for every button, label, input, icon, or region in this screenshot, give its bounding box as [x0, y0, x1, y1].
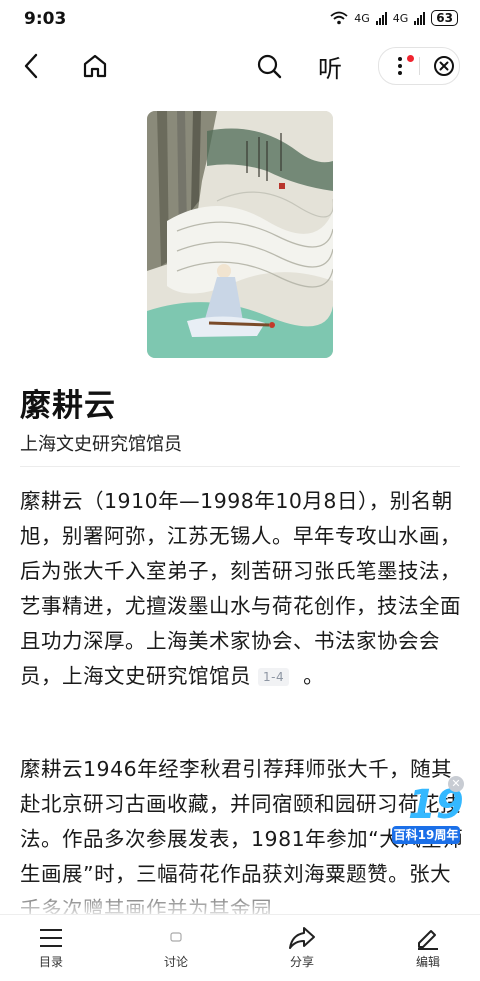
intro-paragraph: 縻耕云（1910年—1998年10月8日），别名朝旭，别署阿弥，江苏无锡人。早年… — [20, 484, 464, 694]
entry-subtitle: 上海文史研究馆馆员 — [20, 434, 182, 455]
capsule-divider — [419, 57, 420, 75]
close-circle-icon[interactable] — [433, 55, 455, 77]
wifi-icon — [330, 11, 348, 25]
tab-catalog-label: 目录 — [38, 955, 63, 969]
mini-app-capsule — [378, 47, 460, 85]
tab-discussion-label: 讨论 — [163, 955, 188, 969]
listen-label: 听 — [318, 54, 342, 83]
battery-indicator: 63 — [431, 10, 458, 26]
search-button[interactable] — [251, 48, 287, 84]
edit-icon — [418, 930, 438, 950]
tab-discussion[interactable]: 讨论 — [136, 925, 216, 970]
painting-image — [147, 111, 333, 358]
signal-icon — [375, 11, 387, 25]
network-label-2: 4G — [392, 11, 409, 25]
anniversary-badge[interactable]: 19 百科19周年 ✕ — [390, 776, 464, 850]
menu-icon — [40, 929, 62, 947]
search-icon — [257, 54, 282, 79]
listen-button[interactable]: 听 — [312, 48, 348, 84]
tab-share-label: 分享 — [289, 955, 314, 969]
comment-icon — [170, 932, 182, 942]
section-divider — [20, 466, 460, 467]
home-button[interactable] — [77, 48, 113, 84]
intro-text: 縻耕云（1910年—1998年10月8日），别名朝旭，别署阿弥，江苏无锡人。早年… — [20, 489, 461, 688]
network-label-1: 4G — [354, 11, 370, 25]
home-icon — [83, 54, 107, 78]
entry-artwork[interactable] — [147, 111, 333, 358]
tab-edit-label: 编辑 — [415, 955, 440, 969]
tab-catalog[interactable]: 目录 — [11, 925, 91, 970]
status-time: 9:03 — [24, 9, 67, 29]
intro-end: 。 — [303, 664, 325, 688]
badge-label: 百科19周年 — [392, 826, 460, 844]
page-title: 縻耕云 — [20, 388, 116, 424]
notification-dot — [407, 55, 414, 62]
bottom-toolbar: 目录 讨论 分享 编辑 — [0, 914, 480, 981]
badge-close-button[interactable]: ✕ — [448, 776, 464, 792]
status-bar: 9:03 4G 4G 63 — [0, 0, 480, 40]
tab-share[interactable]: 分享 — [262, 925, 342, 970]
chevron-left-icon — [24, 53, 38, 79]
signal-icon-2 — [414, 11, 426, 25]
share-icon — [289, 927, 315, 949]
tab-edit[interactable]: 编辑 — [388, 925, 468, 970]
reference-tag[interactable]: 1-4 — [258, 668, 290, 686]
back-button[interactable] — [14, 48, 50, 84]
status-icons: 4G 4G 63 — [330, 10, 458, 26]
more-dots-icon[interactable] — [393, 56, 407, 76]
